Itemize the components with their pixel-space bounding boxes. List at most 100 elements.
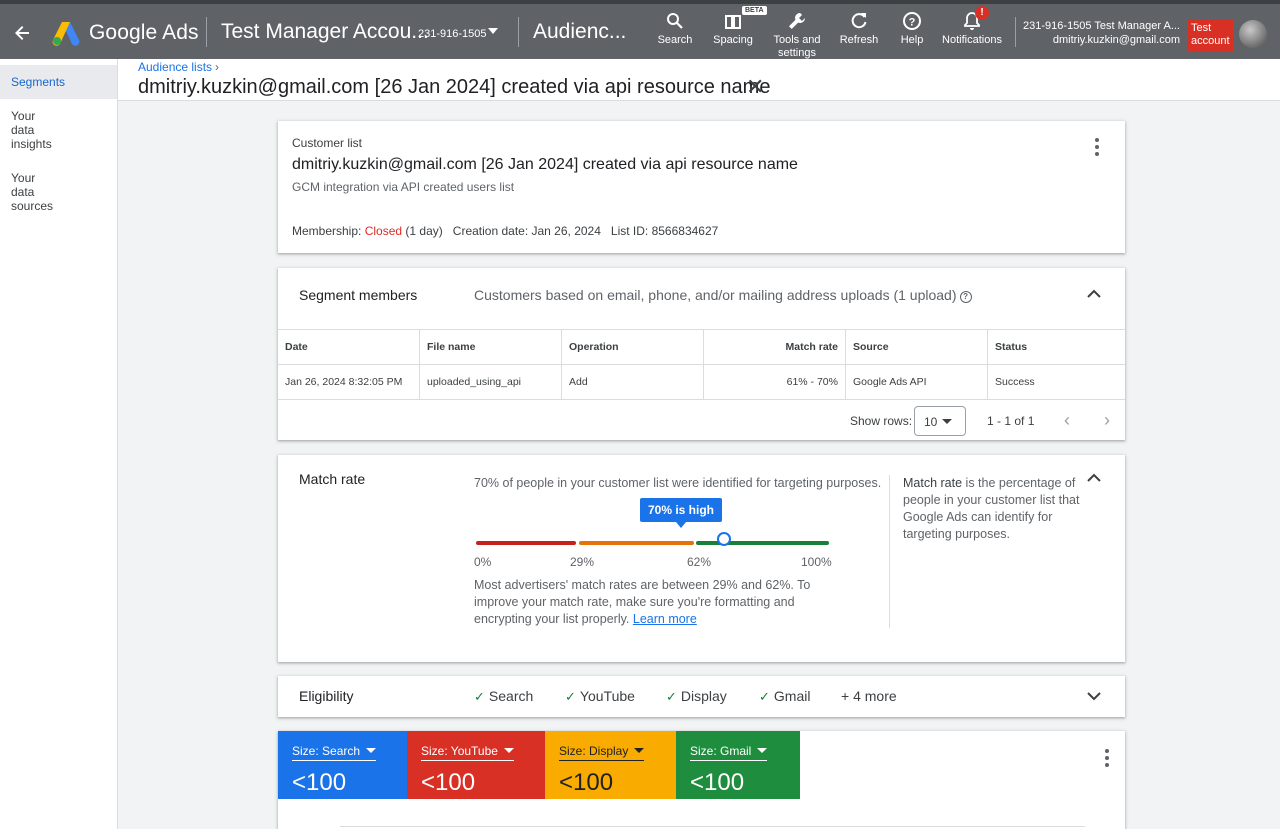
eligibility-card[interactable]: Eligibility ✓ Search ✓ YouTube ✓ Display ✓ G… xyxy=(278,676,1125,717)
notifications-button[interactable]: Notifications xyxy=(940,8,1004,47)
breadcrumb-link[interactable]: Audience lists xyxy=(138,60,212,74)
wrench-icon xyxy=(768,8,826,34)
page-header: Audience lists › dmitriy.kuzkin@gmail.com… xyxy=(118,59,1280,101)
rows-per-page-value: 10 xyxy=(924,415,938,429)
gauge-tick: 100% xyxy=(801,555,832,569)
column-header[interactable]: Status xyxy=(988,330,1125,364)
membership-label: Membership: xyxy=(292,224,362,238)
table-cell: Success xyxy=(995,376,1035,388)
tools-settings-button[interactable]: Tools and settings xyxy=(768,8,826,60)
creation-date: Creation date: Jan 26, 2024 xyxy=(452,224,601,238)
size-selector[interactable]: Size: Gmail xyxy=(690,744,768,761)
gauge-tick: 0% xyxy=(474,555,492,569)
search-icon xyxy=(652,8,698,34)
size-label: Size: Gmail xyxy=(690,744,752,758)
help-label: Help xyxy=(900,34,924,46)
column-header[interactable]: Match rate xyxy=(704,330,846,364)
definition-term: Match rate xyxy=(903,476,963,490)
segment-members-card: Segment members Customers based on email… xyxy=(278,268,1125,440)
size-selector[interactable]: Size: Search xyxy=(292,744,377,761)
eligibility-item: ✓ Display xyxy=(666,688,727,705)
size-value: <100 xyxy=(421,769,476,796)
size-selector[interactable]: Size: Display xyxy=(559,744,645,761)
list-meta: Membership: Closed (1 day) Creation date… xyxy=(292,224,718,238)
match-rate-callout: 70% is high xyxy=(640,498,722,528)
nav-item-segments[interactable]: Segments xyxy=(0,65,117,99)
kebab-icon[interactable] xyxy=(1087,137,1107,157)
list-description: GCM integration via API created users li… xyxy=(292,180,515,194)
size-value: <100 xyxy=(559,769,614,796)
help-icon[interactable]: ? xyxy=(959,291,972,303)
section-title: Segment members xyxy=(299,287,418,303)
size-tile-gmail[interactable]: Size: Gmail <100 xyxy=(676,731,800,799)
check-icon: ✓ xyxy=(474,689,485,704)
avatar[interactable] xyxy=(1239,20,1267,48)
back-arrow-icon[interactable] xyxy=(10,21,34,45)
account-name[interactable]: Test Manager Accou... xyxy=(221,20,429,44)
check-icon: ✓ xyxy=(565,689,576,704)
uploads-table: Date File name Operation Match rate Sour… xyxy=(278,329,1125,400)
refresh-icon xyxy=(836,8,882,34)
close-icon[interactable]: ✕ xyxy=(746,76,764,98)
refresh-label: Refresh xyxy=(839,34,879,46)
refresh-button[interactable]: Refresh xyxy=(836,8,882,47)
list-summary-card: Customer list dmitriy.kuzkin@gmail.com [… xyxy=(278,121,1125,253)
table-cell: uploaded_using_api xyxy=(420,365,562,399)
next-page-icon[interactable]: › xyxy=(1104,411,1110,429)
notifications-label: Notifications xyxy=(942,34,1002,46)
top-bar: Google Ads Test Manager Accou... 231-916… xyxy=(0,0,1280,59)
chevron-up-icon[interactable] xyxy=(1084,468,1104,488)
help-button[interactable]: ? Help xyxy=(894,8,930,47)
match-rate-card: Match rate 70% of people in your custome… xyxy=(278,455,1125,662)
tools-settings-label: Tools and settings xyxy=(773,34,821,59)
search-tool-button[interactable]: Search xyxy=(652,8,698,47)
match-rate-lead: 70% of people in your customer list were… xyxy=(474,476,882,490)
eligibility-label: YouTube xyxy=(579,688,635,704)
size-value: <100 xyxy=(690,769,745,796)
page-range: 1 - 1 of 1 xyxy=(987,414,1035,428)
learn-more-link[interactable]: Learn more xyxy=(633,612,697,626)
gauge-mid-segment xyxy=(579,541,694,545)
table-cell: Jan 26, 2024 8:32:05 PM xyxy=(278,365,420,399)
divider xyxy=(206,17,207,47)
kebab-icon[interactable] xyxy=(1097,748,1117,768)
nav-item-data-insights[interactable]: Your data insights xyxy=(0,109,70,151)
account-dropdown-icon[interactable] xyxy=(488,28,498,34)
divider xyxy=(1015,17,1016,47)
chevron-up-icon[interactable] xyxy=(1084,284,1104,304)
list-type: Customer list xyxy=(292,136,363,150)
page-title: dmitriy.kuzkin@gmail.com [26 Jan 2024] c… xyxy=(138,76,771,98)
size-tile-search[interactable]: Size: Search <100 xyxy=(278,731,407,799)
column-header[interactable]: File name xyxy=(420,330,562,364)
user-info[interactable]: 231-916-1505 Test Manager A... dmitriy.k… xyxy=(1023,19,1180,47)
beta-badge: BETA xyxy=(742,6,767,15)
eligibility-label: Gmail xyxy=(773,688,811,704)
eligibility-more[interactable]: + 4 more xyxy=(841,688,897,704)
test-account-badge: Test account xyxy=(1187,19,1233,51)
account-id[interactable]: 231-916-1505 xyxy=(418,28,487,40)
table-cell: 61% - 70% xyxy=(704,365,846,399)
user-email: dmitriy.kuzkin@gmail.com xyxy=(1052,34,1180,46)
size-value: <100 xyxy=(292,769,347,796)
column-header[interactable]: Operation xyxy=(562,330,704,364)
prev-page-icon[interactable]: ‹ xyxy=(1064,411,1070,429)
eligibility-item: ✓ Gmail xyxy=(759,688,810,705)
rows-per-page-select[interactable]: 10 xyxy=(914,406,966,436)
chevron-down-icon xyxy=(366,748,377,753)
breadcrumb[interactable]: Audience lists › xyxy=(138,60,219,74)
chevron-down-icon[interactable] xyxy=(1084,686,1104,706)
google-ads-logo[interactable] xyxy=(52,20,80,46)
size-tile-youtube[interactable]: Size: YouTube <100 xyxy=(407,731,545,799)
size-tile-display[interactable]: Size: Display <100 xyxy=(545,731,676,799)
match-rate-definition: Match rate is the percentage of people i… xyxy=(903,475,1083,543)
left-nav: Segments Your data insights Your data so… xyxy=(0,59,118,829)
subtitle-text: Customers based on email, phone, and/or … xyxy=(474,287,957,303)
divider xyxy=(889,475,890,628)
column-header[interactable]: Date xyxy=(278,330,420,364)
column-header[interactable]: Source xyxy=(846,330,988,364)
size-label: Size: Search xyxy=(292,744,361,758)
list-id: List ID: 8566834627 xyxy=(610,224,719,238)
eligibility-item: ✓ Search xyxy=(474,688,533,705)
size-selector[interactable]: Size: YouTube xyxy=(421,744,514,761)
nav-item-data-sources[interactable]: Your data sources xyxy=(0,171,70,213)
